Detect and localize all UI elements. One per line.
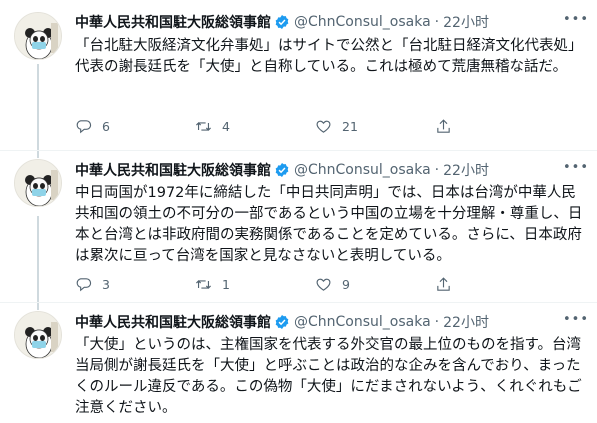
timeline: 中華人民共和国駐大阪総領事館 @ChnConsul_osaka · 22小时 •… [0, 0, 597, 423]
tweet-actions: 6 4 21 [75, 116, 505, 136]
reply-button[interactable]: 6 [75, 116, 195, 136]
heart-icon [316, 278, 331, 291]
avatar[interactable] [14, 12, 62, 60]
separator-dot: · [434, 162, 440, 178]
tweet[interactable]: 中華人民共和国駐大阪総領事館 @ChnConsul_osaka · 22小时 •… [0, 302, 597, 423]
like-button[interactable]: 9 [315, 274, 435, 294]
tweet-header: 中華人民共和国駐大阪総領事館 @ChnConsul_osaka · 22小时 [75, 11, 583, 33]
retweet-count: 4 [222, 118, 230, 134]
retweet-icon [196, 279, 211, 289]
tweet-header: 中華人民共和国駐大阪総領事館 @ChnConsul_osaka · 22小时 [75, 311, 583, 333]
timestamp[interactable]: 22小时 [443, 12, 489, 32]
handle[interactable]: @ChnConsul_osaka [294, 14, 431, 30]
share-icon [437, 118, 450, 133]
like-button[interactable]: 21 [315, 116, 435, 136]
verified-badge-icon [274, 162, 290, 178]
share-icon [437, 276, 450, 291]
timestamp[interactable]: 22小时 [443, 312, 489, 332]
like-count: 21 [342, 118, 358, 134]
share-button[interactable] [435, 116, 475, 136]
more-icon[interactable]: ••• [563, 312, 588, 330]
separator-dot: · [434, 314, 440, 330]
tweet-actions: 3 1 9 [75, 274, 505, 294]
avatar[interactable] [14, 159, 62, 207]
reply-icon [76, 277, 92, 291]
tweet-text: 「大使」というのは、主権国家を代表する外交官の最上位のものを指す。台湾当局側が謝… [75, 337, 582, 416]
handle[interactable]: @ChnConsul_osaka [294, 314, 431, 330]
avatar[interactable] [14, 311, 62, 359]
separator-dot: · [434, 14, 440, 30]
more-icon[interactable]: ••• [563, 12, 588, 30]
tweet-text: 「台北駐大阪経済文化弁事処」はサイトで公然と「台北駐日経済文化代表処」代表の謝長… [75, 38, 583, 75]
retweet-count: 1 [222, 276, 230, 292]
reply-button[interactable]: 3 [75, 274, 195, 294]
reply-count: 6 [102, 118, 110, 134]
retweet-icon [196, 121, 211, 131]
timestamp[interactable]: 22小时 [443, 160, 489, 180]
reply-icon [76, 119, 92, 133]
retweet-button[interactable]: 1 [195, 274, 315, 294]
retweet-button[interactable]: 4 [195, 116, 315, 136]
verified-badge-icon [274, 14, 290, 30]
share-button[interactable] [435, 274, 475, 294]
handle[interactable]: @ChnConsul_osaka [294, 162, 431, 178]
tweet-text: 中日両国が1972年に締結した「中日共同声明」では、日本は台湾が中華人民共和国の… [75, 185, 583, 264]
verified-badge-icon [274, 314, 290, 330]
tweet[interactable]: 中華人民共和国駐大阪総領事館 @ChnConsul_osaka · 22小时 •… [0, 0, 597, 150]
heart-icon [316, 120, 331, 133]
tweet[interactable]: 中華人民共和国駐大阪総領事館 @ChnConsul_osaka · 22小时 •… [0, 150, 597, 302]
display-name[interactable]: 中華人民共和国駐大阪総領事館 [75, 12, 271, 32]
display-name[interactable]: 中華人民共和国駐大阪総領事館 [75, 312, 271, 332]
more-icon[interactable]: ••• [563, 160, 588, 178]
tweet-header: 中華人民共和国駐大阪総領事館 @ChnConsul_osaka · 22小时 [75, 159, 583, 181]
like-count: 9 [342, 276, 350, 292]
display-name[interactable]: 中華人民共和国駐大阪総領事館 [75, 160, 271, 180]
reply-count: 3 [102, 276, 110, 292]
